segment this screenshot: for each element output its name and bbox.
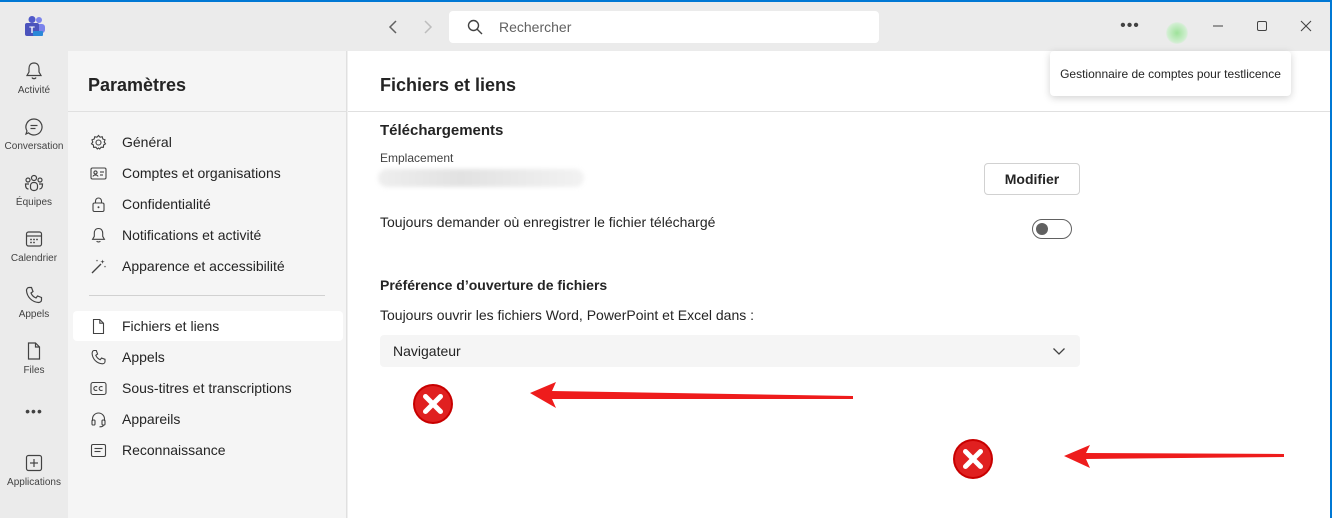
- rail-item-more[interactable]: •••: [0, 403, 68, 419]
- lock-icon: [92, 197, 105, 212]
- back-arrow-icon[interactable]: [383, 16, 405, 38]
- headset-icon: [91, 411, 106, 427]
- rail-label: Équipes: [15, 197, 53, 208]
- settings-item-label: Sous-titres et transcriptions: [122, 380, 292, 396]
- rail-item-calls[interactable]: Appels: [0, 285, 68, 320]
- teams-icon: [24, 174, 44, 192]
- chat-icon: [24, 118, 43, 136]
- modify-button[interactable]: Modifier: [984, 163, 1080, 195]
- settings-item-label: Fichiers et liens: [122, 318, 220, 334]
- more-options-button[interactable]: •••: [1118, 14, 1142, 38]
- account-manager-tooltip: Gestionnaire de comptes pour testlicence: [1050, 51, 1291, 96]
- red-x-mark-icon: [953, 439, 993, 479]
- app-rail: Activité Conversation Équipes Calendrier…: [0, 51, 68, 518]
- rail-item-activity[interactable]: Activité: [0, 61, 68, 96]
- rail-label: Activité: [17, 85, 51, 96]
- divider: [89, 295, 325, 296]
- dropdown-selected-value: Navigateur: [393, 343, 461, 359]
- settings-item-general[interactable]: Général: [73, 127, 343, 157]
- document-icon: [92, 318, 105, 334]
- rail-item-applications[interactable]: Applications: [0, 453, 68, 488]
- search-input[interactable]: Rechercher: [449, 11, 879, 43]
- settings-item-label: Appareils: [122, 411, 181, 427]
- rail-item-files[interactable]: Files: [0, 341, 68, 376]
- id-card-icon: [90, 166, 107, 180]
- avatar[interactable]: [1166, 22, 1188, 44]
- open-files-dropdown[interactable]: Navigateur: [380, 335, 1080, 367]
- bell-icon: [91, 227, 106, 243]
- settings-item-appearance[interactable]: Apparence et accessibilité: [73, 251, 343, 281]
- more-icon: •••: [25, 403, 43, 419]
- maximize-icon[interactable]: [1250, 14, 1274, 38]
- rail-label: Files: [23, 365, 45, 376]
- calendar-icon: [25, 231, 43, 247]
- settings-item-notifications[interactable]: Notifications et activité: [73, 220, 343, 250]
- rail-label: Applications: [7, 477, 61, 488]
- settings-item-label: Apparence et accessibilité: [122, 258, 285, 274]
- downloads-heading: Téléchargements: [380, 122, 504, 139]
- rail-item-calendar[interactable]: Calendrier: [0, 229, 68, 264]
- settings-item-captions[interactable]: Sous-titres et transcriptions: [73, 373, 343, 403]
- close-icon[interactable]: [1294, 14, 1318, 38]
- open-files-label: Toujours ouvrir les fichiers Word, Power…: [380, 307, 755, 323]
- rail-item-chat[interactable]: Conversation: [0, 117, 68, 152]
- red-arrow-icon: [530, 382, 853, 408]
- rail-item-teams[interactable]: Équipes: [0, 173, 68, 208]
- feedback-icon: [90, 443, 107, 457]
- location-label: Emplacement: [380, 151, 454, 165]
- red-arrow-icon: [1064, 445, 1284, 468]
- rail-label: Calendrier: [10, 253, 58, 264]
- open-preference-heading: Préférence d’ouverture de fichiers: [380, 277, 608, 293]
- settings-item-label: Notifications et activité: [122, 227, 262, 243]
- search-icon: [467, 19, 483, 35]
- ask-location-label: Toujours demander où enregistrer le fich…: [380, 214, 716, 230]
- search-placeholder: Rechercher: [499, 19, 572, 35]
- settings-item-label: Général: [122, 134, 172, 150]
- settings-item-label: Appels: [122, 349, 165, 365]
- settings-title: Paramètres: [88, 75, 187, 95]
- toggle-knob: [1036, 223, 1048, 235]
- bell-icon: [25, 62, 43, 80]
- title-bar: T Rechercher •••: [0, 2, 1330, 51]
- settings-item-recognition[interactable]: Reconnaissance: [73, 435, 343, 465]
- teams-logo-icon: T: [25, 16, 45, 36]
- settings-item-devices[interactable]: Appareils: [73, 404, 343, 434]
- settings-item-privacy[interactable]: Confidentialité: [73, 189, 343, 219]
- page-title: Fichiers et liens: [380, 75, 517, 95]
- phone-icon: [91, 349, 106, 364]
- rail-label: Conversation: [4, 141, 64, 152]
- ask-location-toggle[interactable]: [1032, 219, 1072, 239]
- phone-icon: [25, 286, 43, 304]
- settings-item-calls[interactable]: Appels: [73, 342, 343, 372]
- forward-arrow-icon[interactable]: [416, 16, 438, 38]
- settings-item-files-links[interactable]: Fichiers et liens: [73, 311, 343, 341]
- gear-icon: [90, 134, 107, 150]
- settings-item-label: Confidentialité: [122, 196, 211, 212]
- magic-wand-icon: [91, 259, 107, 273]
- file-icon: [27, 342, 41, 360]
- settings-item-label: Comptes et organisations: [122, 165, 281, 181]
- red-x-mark-icon: [413, 384, 453, 424]
- add-apps-icon: [25, 454, 43, 472]
- download-location-value: [378, 169, 584, 187]
- rail-label: Appels: [18, 309, 50, 320]
- settings-item-label: Reconnaissance: [122, 442, 226, 458]
- divider: [348, 111, 1330, 112]
- chevron-down-icon: [1053, 348, 1065, 355]
- settings-sidebar: Paramètres Général Comptes et organisati…: [68, 51, 347, 518]
- settings-item-accounts[interactable]: Comptes et organisations: [73, 158, 343, 188]
- divider: [68, 111, 347, 112]
- closed-caption-icon: [90, 381, 107, 395]
- minimize-icon[interactable]: [1206, 14, 1230, 38]
